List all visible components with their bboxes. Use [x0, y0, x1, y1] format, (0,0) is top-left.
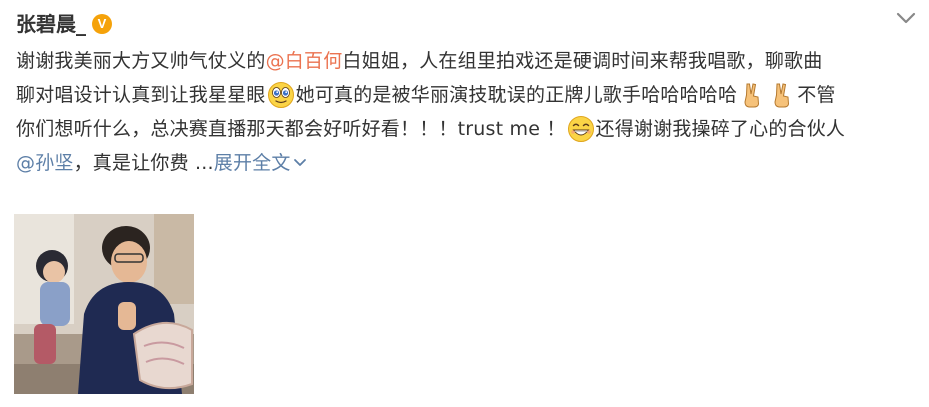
post-line-4: @孙坚 ，真是让你费 ... 展开全文 — [16, 146, 916, 180]
post-text-segment: 聊对唱设计认真到让我星星眼 — [16, 84, 266, 106]
post-line-1: 谢谢我美丽大方又帅气仗义的 @白百何 白姐姐，人在组里拍戏还是硬调时间来帮我唱歌… — [16, 44, 916, 78]
post-photo-thumbnail[interactable] — [14, 214, 194, 394]
post-photo-image — [14, 214, 194, 394]
post-text-segment: 谢谢我美丽大方又帅气仗义的 — [16, 50, 266, 72]
post-text-segment: 她可真的是被华丽演技耽误的正牌儿歌手哈哈哈哈哈 — [295, 84, 738, 106]
chevron-down-icon — [293, 159, 306, 166]
starry-eyes-emoji-icon — [267, 82, 294, 108]
victory-hand-emoji-icon — [744, 83, 760, 108]
post-text-segment: ，真是让你费 ... — [73, 152, 214, 174]
author-name[interactable]: 张碧晨_ — [16, 12, 86, 36]
post-author[interactable]: 张碧晨_ V — [16, 12, 112, 36]
post-body: 谢谢我美丽大方又帅气仗义的 @白百何 白姐姐，人在组里拍戏还是硬调时间来帮我唱歌… — [16, 44, 916, 180]
post-text-segment: 还得谢谢我操碎了心的合伙人 — [595, 118, 846, 140]
verified-badge-letter: V — [97, 16, 107, 31]
expand-label: 展开全文 — [213, 152, 291, 174]
post-text-segment: 白姐姐，人在组里拍戏还是硬调时间来帮我唱歌，聊歌曲 — [342, 50, 823, 72]
post-line-3: 你们想听什么，总决赛直播那天都会好听好看！！！trust me ！ 还得谢谢我操… — [16, 112, 916, 146]
post-text-segment: 不管 — [797, 84, 836, 106]
post-line-2: 聊对唱设计认真到让我星星眼 她可真的是被华丽演技耽误的正牌儿歌手哈哈哈哈哈 不管 — [16, 78, 916, 112]
victory-hand-emoji-icon — [774, 83, 790, 108]
mention-link[interactable]: @孙坚 — [16, 146, 74, 180]
verified-v-badge-icon: V — [92, 14, 112, 34]
post-text-segment: 你们想听什么，总决赛直播那天都会好听好看！！！trust me ！ — [16, 118, 566, 140]
grin-emoji-icon — [567, 116, 594, 142]
chevron-down-icon[interactable] — [895, 10, 917, 26]
expand-full-text-link[interactable]: 展开全文 — [214, 146, 307, 180]
mention-link[interactable]: @白百何 — [266, 44, 343, 78]
